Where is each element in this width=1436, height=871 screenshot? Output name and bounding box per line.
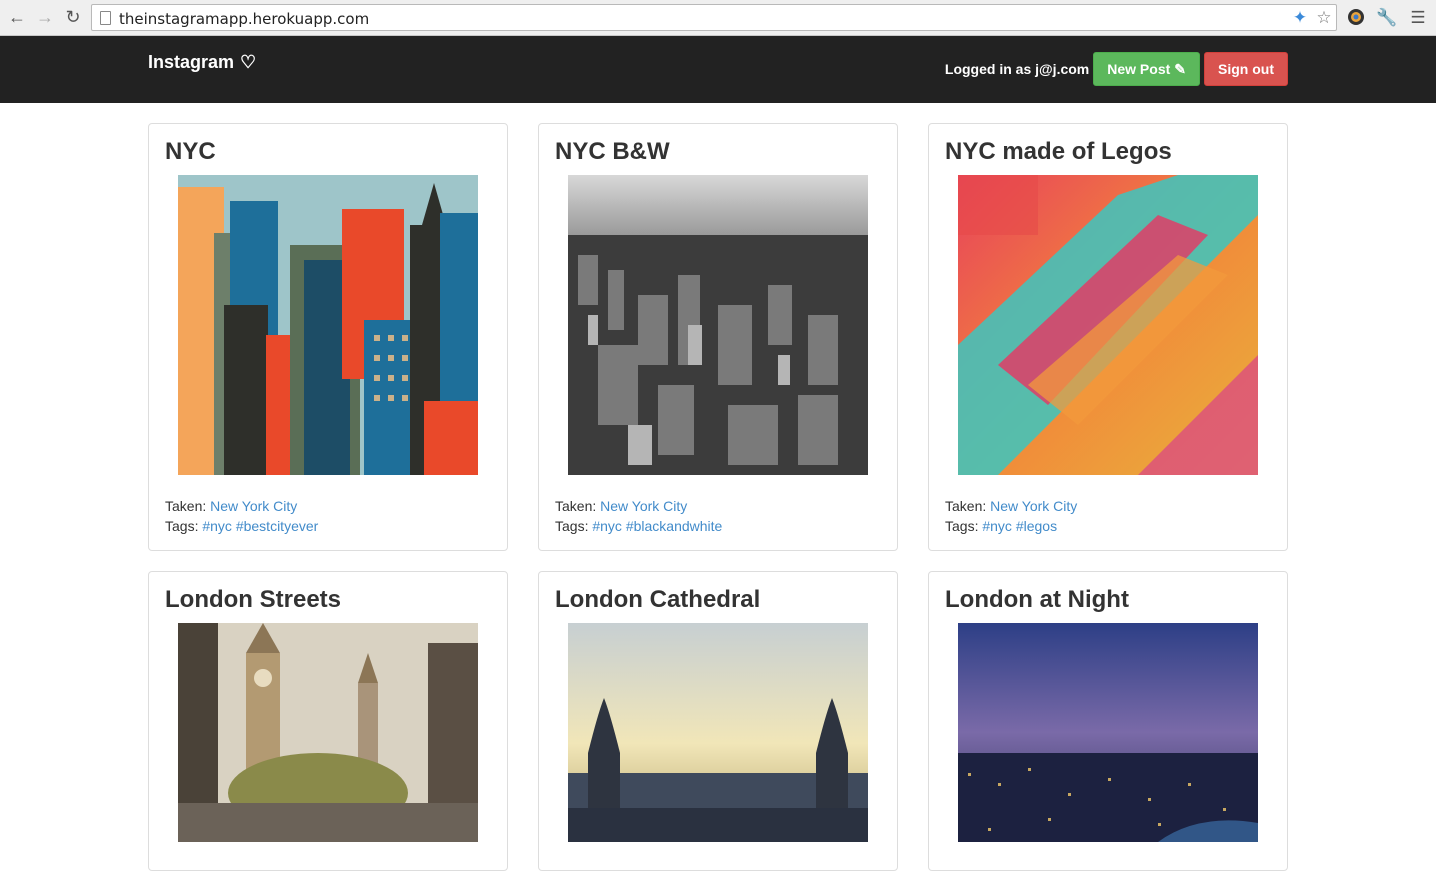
extension-icon[interactable]: ✦ (1290, 8, 1310, 28)
post-card: London Cathedral (538, 571, 898, 871)
tags-label: Tags: (945, 518, 979, 534)
taken-label: Taken: (555, 498, 597, 514)
post-title: NYC made of Legos (945, 138, 1172, 165)
wrench-icon[interactable]: 🔧 (1376, 7, 1398, 29)
post-card: NYC B&W Taken: New York City Tags: #nyc … (538, 123, 898, 551)
extension-circle-icon[interactable] (1345, 7, 1367, 29)
post-meta: Taken: New York City Tags: #nyc #bestcit… (165, 496, 318, 536)
address-url[interactable]: theinstagramapp.herokuapp.com (119, 10, 369, 28)
nav-actions: Logged in as j@j.com New Post ✎ Sign out (945, 52, 1288, 86)
tag-link[interactable]: #legos (1016, 518, 1057, 534)
post-photo (958, 623, 1258, 842)
tag-link[interactable]: #nyc (982, 518, 1012, 534)
location-link[interactable]: New York City (210, 498, 297, 514)
post-title: London Streets (165, 586, 342, 613)
browser-toolbar: ← → ↻ theinstagramapp.herokuapp.com ✦ ☆ … (0, 0, 1436, 36)
new-post-label: New Post (1107, 61, 1171, 77)
post-title: London at Night (945, 586, 1129, 613)
logged-in-text: Logged in as j@j.com (944, 61, 1090, 77)
page-icon (100, 11, 111, 25)
post-title: NYC (165, 138, 216, 165)
tag-link[interactable]: #blackandwhite (626, 518, 723, 534)
edit-icon: ✎ (1174, 60, 1186, 77)
location-link[interactable]: New York City (600, 498, 687, 514)
navbar: Instagram ♡ Logged in as j@j.com New Pos… (0, 36, 1436, 103)
post-photo (568, 623, 868, 842)
tags-label: Tags: (555, 518, 589, 534)
post-card: London at Night (928, 571, 1288, 871)
bookmark-star-icon[interactable]: ☆ (1314, 8, 1334, 28)
post-photo (568, 175, 868, 475)
new-post-button[interactable]: New Post ✎ (1093, 52, 1200, 86)
post-card: London Streets (148, 571, 508, 871)
sign-out-label: Sign out (1218, 61, 1274, 77)
post-card: NYC made of Legos Taken: New York City T… (928, 123, 1288, 551)
brand-link[interactable]: Instagram ♡ (148, 52, 256, 73)
post-card: NYC Taken: New York City Tags: #nyc #bes… (148, 123, 508, 551)
post-photo (958, 175, 1258, 475)
post-photo (178, 175, 478, 475)
post-photo (178, 623, 478, 842)
brand-label: Instagram (148, 52, 235, 72)
heart-icon: ♡ (240, 52, 257, 72)
forward-arrow-icon[interactable]: → (34, 6, 56, 28)
tag-link[interactable]: #nyc (592, 518, 622, 534)
back-arrow-icon[interactable]: ← (6, 6, 28, 28)
address-bar[interactable]: theinstagramapp.herokuapp.com ✦ ☆ (91, 4, 1337, 31)
reload-icon[interactable]: ↻ (62, 6, 84, 28)
post-meta: Taken: New York City Tags: #nyc #legos (945, 496, 1077, 536)
post-title: London Cathedral (555, 586, 761, 613)
taken-label: Taken: (945, 498, 987, 514)
location-link[interactable]: New York City (990, 498, 1077, 514)
post-meta: Taken: New York City Tags: #nyc #blackan… (555, 496, 722, 536)
post-title: NYC B&W (555, 138, 670, 165)
sign-out-button[interactable]: Sign out (1204, 52, 1288, 86)
tag-link[interactable]: #nyc (202, 518, 232, 534)
tags-label: Tags: (165, 518, 199, 534)
taken-label: Taken: (165, 498, 207, 514)
tag-link[interactable]: #bestcityever (236, 518, 318, 534)
menu-icon[interactable]: ☰ (1407, 7, 1429, 29)
